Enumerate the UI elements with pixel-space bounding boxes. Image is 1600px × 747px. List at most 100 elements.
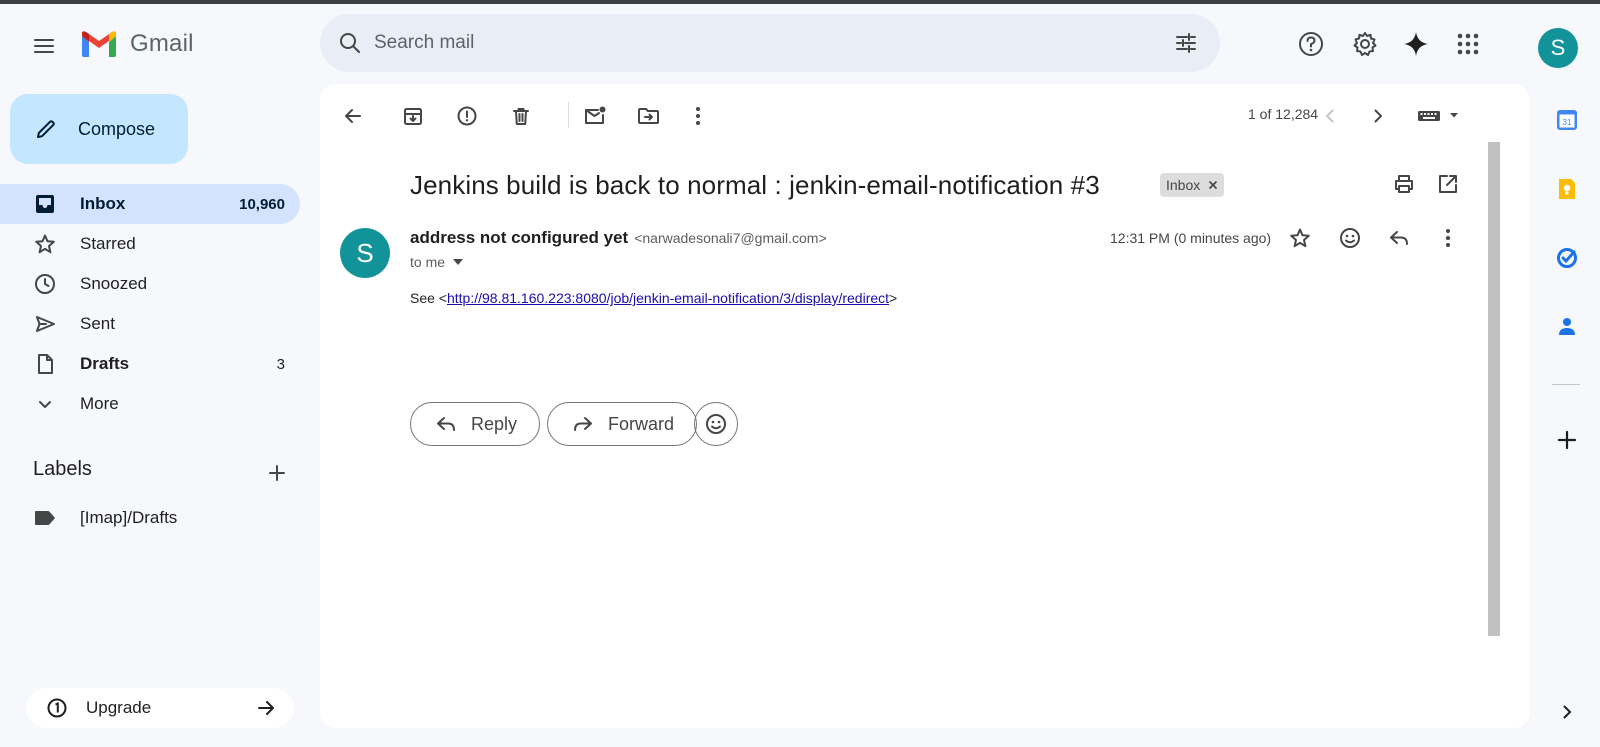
star-icon: [1290, 228, 1310, 248]
keep-icon: [1559, 179, 1575, 199]
sender-line: address not configured yet <narwadesonal…: [410, 228, 827, 248]
older-button[interactable]: [1360, 98, 1396, 134]
send-icon: [34, 313, 56, 335]
sidebar-item-more[interactable]: More: [0, 384, 300, 424]
add-reaction-button[interactable]: [1332, 220, 1368, 256]
search-options-icon[interactable]: [1174, 31, 1198, 55]
body-suffix: >: [889, 290, 898, 306]
main-menu-button[interactable]: [24, 26, 64, 66]
pencil-icon: [37, 120, 55, 138]
apps-button[interactable]: [1448, 24, 1488, 64]
more-actions-button[interactable]: [680, 98, 716, 134]
emoji-reaction-button[interactable]: [694, 402, 738, 446]
svg-text:31: 31: [1563, 118, 1572, 127]
email-body: See <http://98.81.160.223:8080/job/jenki…: [410, 290, 897, 306]
show-side-panel-button[interactable]: [1551, 696, 1583, 728]
label-item-imap-drafts[interactable]: [Imap]/Drafts: [34, 508, 177, 528]
labels-heading: Labels: [33, 458, 92, 480]
body-prefix: See <: [410, 290, 447, 306]
arrow-right-icon: [258, 701, 274, 715]
gmail-wordmark: Gmail: [130, 30, 194, 57]
archive-button[interactable]: [395, 98, 431, 134]
keep-app-button[interactable]: [1551, 173, 1583, 205]
reply-button-top[interactable]: [1381, 220, 1417, 256]
support-button[interactable]: [1291, 24, 1331, 64]
chip-label: Inbox: [1166, 177, 1201, 193]
star-button[interactable]: [1282, 220, 1318, 256]
gemini-button[interactable]: [1396, 24, 1436, 64]
sidebar-nav: Inbox 10,960 Starred Snoozed Sent Drafts…: [0, 184, 300, 424]
inbox-icon: [34, 193, 56, 215]
sidebar-item-label: More: [80, 394, 119, 413]
sender-email: <narwadesonali7@gmail.com>: [634, 230, 827, 246]
sidebar-item-label: Drafts: [80, 354, 130, 373]
clock-icon: [34, 273, 56, 295]
upgrade-button[interactable]: Upgrade: [26, 688, 294, 728]
storage-icon: [47, 698, 67, 718]
sidebar-item-label: Inbox: [80, 194, 126, 213]
trash-icon: [513, 108, 529, 125]
body-link[interactable]: http://98.81.160.223:8080/job/jenkin-ema…: [447, 290, 889, 306]
mark-unread-button[interactable]: [577, 98, 613, 134]
sidebar-item-drafts[interactable]: Drafts 3: [0, 344, 300, 384]
print-icon: [1395, 175, 1413, 193]
search-input[interactable]: [374, 14, 1134, 72]
unread-count: 10,960: [239, 195, 285, 213]
report-spam-button[interactable]: [449, 98, 485, 134]
compose-button[interactable]: Compose: [10, 94, 188, 164]
chevron-down-icon: [34, 393, 56, 415]
newer-button[interactable]: [1312, 98, 1348, 134]
sidebar-item-snoozed[interactable]: Snoozed: [0, 264, 300, 304]
move-to-button[interactable]: [631, 98, 667, 134]
sparkle-icon: [1404, 32, 1428, 56]
label-icon: [35, 511, 55, 525]
search-icon[interactable]: [338, 31, 362, 55]
sender-avatar[interactable]: S: [340, 228, 390, 278]
smiley-icon: [1340, 228, 1360, 248]
get-addons-button[interactable]: [1551, 424, 1583, 456]
gmail-logo[interactable]: Gmail: [80, 30, 194, 58]
drafts-count: 3: [276, 355, 285, 373]
create-label-button[interactable]: [262, 458, 292, 488]
label-item-text: [Imap]/Drafts: [80, 508, 178, 527]
message-pager: 1 of 12,284: [1248, 106, 1319, 122]
contacts-app-button[interactable]: [1551, 310, 1583, 342]
inbox-label-chip[interactable]: Inbox: [1160, 173, 1225, 197]
message-more-button[interactable]: [1430, 220, 1466, 256]
recipient-label: to me: [410, 254, 446, 270]
spam-icon: [457, 106, 477, 126]
back-button[interactable]: [335, 98, 371, 134]
input-tools-button[interactable]: [1414, 98, 1462, 134]
delete-button[interactable]: [503, 98, 539, 134]
account-avatar[interactable]: S: [1538, 28, 1578, 68]
recipient-details[interactable]: to me: [410, 254, 464, 270]
open-new-window-button[interactable]: [1430, 166, 1466, 202]
forward-label: Forward: [608, 413, 675, 434]
chevron-right-icon: [1374, 109, 1382, 123]
vertical-scrollbar[interactable]: [1488, 142, 1500, 636]
close-icon[interactable]: [1208, 180, 1218, 190]
reply-icon: [437, 417, 455, 431]
message-panel: 1 of 12,284 Jenkins build is back to nor…: [320, 84, 1530, 728]
draft-icon: [34, 353, 56, 375]
mark-unread-icon: [585, 106, 606, 124]
compose-label: Compose: [78, 118, 156, 139]
sidebar-item-sent[interactable]: Sent: [0, 304, 300, 344]
settings-button[interactable]: [1345, 24, 1385, 64]
keyboard-icon: [1418, 111, 1458, 121]
email-timestamp: 12:31 PM (0 minutes ago): [1110, 230, 1272, 246]
archive-icon: [404, 108, 422, 125]
calendar-icon: 31: [1557, 110, 1577, 130]
arrow-left-icon: [345, 109, 361, 123]
sidebar-item-starred[interactable]: Starred: [0, 224, 300, 264]
tasks-app-button[interactable]: [1551, 242, 1583, 274]
more-vert-icon: [696, 107, 700, 125]
print-all-button[interactable]: [1386, 166, 1422, 202]
sidebar-item-inbox[interactable]: Inbox 10,960: [0, 184, 300, 224]
calendar-app-button[interactable]: 31: [1551, 104, 1583, 136]
reply-button[interactable]: Reply: [410, 402, 541, 446]
email-subject: Jenkins build is back to normal : jenkin…: [410, 170, 1100, 200]
sender-name[interactable]: address not configured yet: [410, 228, 628, 248]
forward-button[interactable]: Forward: [547, 402, 698, 446]
gear-icon: [1353, 32, 1377, 56]
